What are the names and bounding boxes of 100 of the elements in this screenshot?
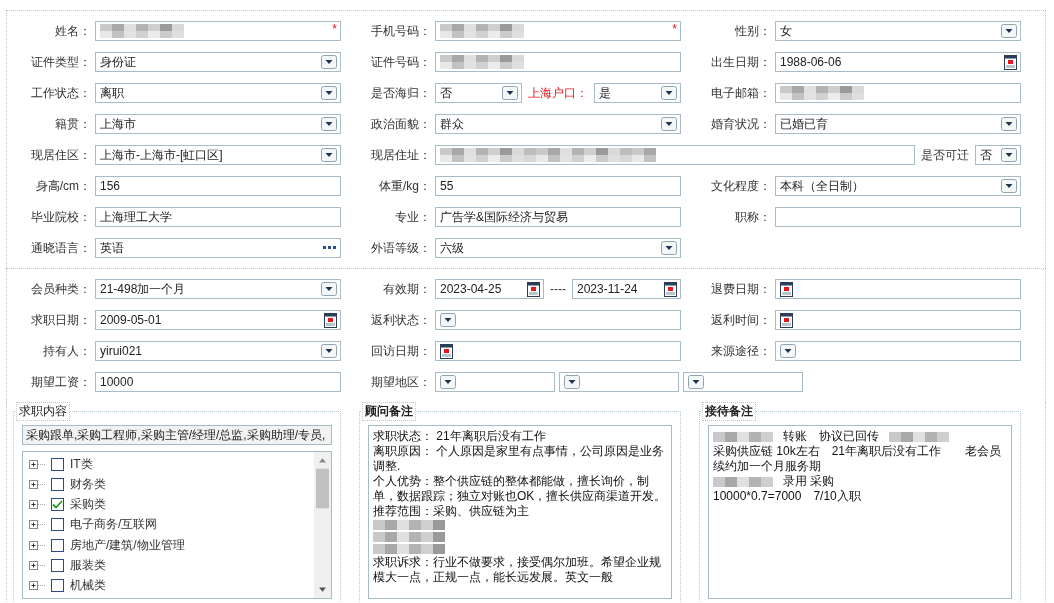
- date-field[interactable]: [775, 310, 1021, 330]
- field-label: 政治面貌：: [370, 116, 432, 133]
- expand-icon[interactable]: [29, 540, 45, 550]
- checkbox[interactable]: [51, 457, 64, 471]
- required-mark: *: [332, 22, 337, 36]
- note-text: 推荐范围：采购、供应链为主: [373, 504, 529, 519]
- more-icon[interactable]: [323, 246, 337, 250]
- select-field[interactable]: 群众: [435, 114, 681, 134]
- tree-item[interactable]: 服装类: [70, 557, 106, 575]
- select-field[interactable]: [435, 310, 681, 330]
- select-field[interactable]: 已婚已育: [775, 114, 1021, 134]
- select-field[interactable]: 上海市-上海市-[虹口区]: [95, 145, 341, 165]
- input-field[interactable]: *: [435, 21, 681, 41]
- blurred-text-drawing: [373, 531, 445, 543]
- panel-title: 求职内容: [16, 402, 70, 421]
- input-field[interactable]: *: [95, 21, 341, 41]
- input-field[interactable]: 156: [95, 176, 341, 196]
- field-label: 持有人：: [42, 343, 92, 360]
- field-label: 有效期：: [382, 281, 432, 298]
- field-label: 期望工资：: [30, 374, 92, 391]
- checkbox[interactable]: [51, 538, 64, 552]
- tree-item[interactable]: 财务类: [70, 475, 106, 493]
- select-field[interactable]: 离职: [95, 83, 341, 103]
- date-field[interactable]: [775, 279, 1021, 299]
- select-field[interactable]: 身份证: [95, 52, 341, 72]
- select-field[interactable]: 21-498加一个月: [95, 279, 341, 299]
- tree-item[interactable]: 房地产/建筑/物业管理: [70, 536, 185, 554]
- summary-field[interactable]: 采购跟单,采购工程师,采购主管/经理/总监,采购助理/专员,: [22, 425, 332, 445]
- expand-icon[interactable]: [29, 459, 45, 469]
- field-label: 上海户口：: [527, 84, 589, 102]
- note-text: 10000*0.7=7000 7/10入职: [713, 489, 861, 504]
- checkbox[interactable]: [51, 477, 64, 491]
- calendar-icon[interactable]: [780, 281, 793, 297]
- checkbox[interactable]: [51, 518, 64, 532]
- tree-item[interactable]: 采购类: [70, 496, 106, 514]
- lookup-field[interactable]: 英语: [95, 238, 341, 258]
- field-label: 会员种类：: [30, 281, 92, 298]
- checkbox[interactable]: [51, 559, 64, 573]
- tree-item[interactable]: IT类: [70, 455, 93, 473]
- input-field[interactable]: [775, 207, 1021, 227]
- field-label: 是否海归：: [370, 85, 432, 102]
- field-label: 是否可迁: [920, 146, 970, 164]
- field-label: 出生日期：: [710, 54, 772, 71]
- notes-area[interactable]: 转账 协议已回传 采购供应链 10k左右 21年离职后没有工作 老会员续约加一个月服务期 录用 采购 10000*0.7=7000 7/10入职: [708, 425, 1012, 599]
- select-field[interactable]: [683, 372, 803, 392]
- field-label: 工作状态：: [30, 85, 92, 102]
- expand-icon[interactable]: [29, 520, 45, 530]
- input-field[interactable]: [435, 145, 915, 165]
- field-label: 性别：: [734, 23, 772, 40]
- date-field[interactable]: 2023-11-24: [572, 279, 681, 299]
- checkbox[interactable]: [51, 498, 64, 512]
- field-label: 文化程度：: [710, 178, 772, 195]
- date-field[interactable]: [435, 341, 681, 361]
- scrollbar[interactable]: [314, 452, 331, 598]
- field-label: 期望地区：: [370, 374, 432, 391]
- field-label: 手机号码：: [370, 23, 432, 40]
- date-field[interactable]: 1988-06-06: [775, 52, 1021, 72]
- input-field[interactable]: [435, 52, 681, 72]
- select-field[interactable]: 上海市: [95, 114, 341, 134]
- select-field[interactable]: [559, 372, 679, 392]
- calendar-icon[interactable]: [664, 281, 677, 297]
- field-label: 毕业院校：: [30, 209, 92, 226]
- date-field[interactable]: 2009-05-01: [95, 310, 341, 330]
- input-field[interactable]: 10000: [95, 372, 341, 392]
- expand-icon[interactable]: [29, 561, 45, 571]
- field-label: 证件类型：: [30, 54, 92, 71]
- input-field[interactable]: 55: [435, 176, 681, 196]
- select-field[interactable]: [775, 341, 1021, 361]
- calendar-icon[interactable]: [527, 281, 540, 297]
- select-field[interactable]: 女: [775, 21, 1021, 41]
- select-field[interactable]: 是: [594, 83, 681, 103]
- field-label: 来源途径：: [710, 343, 772, 360]
- select-field[interactable]: yirui021: [95, 341, 341, 361]
- select-field[interactable]: 否: [975, 145, 1021, 165]
- input-field[interactable]: [775, 83, 1021, 103]
- input-field[interactable]: 广告学&国际经济与贸易: [435, 207, 681, 227]
- expand-icon[interactable]: [29, 500, 45, 510]
- field-label: 现居住址：: [370, 147, 432, 164]
- select-field[interactable]: 否: [435, 83, 522, 103]
- select-field[interactable]: [435, 372, 555, 392]
- field-label: 外语等级：: [370, 240, 432, 257]
- input-field[interactable]: 上海理工大学: [95, 207, 341, 227]
- calendar-icon[interactable]: [1004, 54, 1017, 70]
- field-label: 证件号码：: [370, 54, 432, 71]
- checkbox[interactable]: [51, 579, 64, 593]
- select-field[interactable]: 本科（全日制）: [775, 176, 1021, 196]
- calendar-icon[interactable]: [440, 343, 453, 359]
- note-text: 采购供应链 10k左右 21年离职后没有工作 老会员续约加一个月服务期: [713, 444, 1003, 474]
- expand-icon[interactable]: [29, 581, 45, 591]
- field-label: 身高/cm：: [34, 178, 92, 195]
- date-field[interactable]: 2023-04-25: [435, 279, 544, 299]
- field-label: 姓名：: [54, 23, 92, 40]
- calendar-icon[interactable]: [324, 312, 337, 328]
- select-field[interactable]: 六级: [435, 238, 681, 258]
- notes-area[interactable]: 求职状态： 21年离职后没有工作 离职原因： 个人原因是家里有点事情，公司原因是业务调整. 个人优势：整个供应链的整体都能做，擅长询价，制单，数据跟踪；独立对账也OK，擅长供应商渠道开发。 推荐范围：采购、供应链为主 求职诉求：行业不做要求，接受偶尔加班。希望企业规模大一点，正规一点，能长远发展。英文一般: [368, 425, 672, 599]
- tree-item[interactable]: 电子商务/互联网: [70, 516, 158, 534]
- field-label: 籍贯：: [54, 116, 92, 133]
- tree-item[interactable]: 机械类: [70, 577, 106, 595]
- calendar-icon[interactable]: [780, 312, 793, 328]
- expand-icon[interactable]: [29, 479, 45, 489]
